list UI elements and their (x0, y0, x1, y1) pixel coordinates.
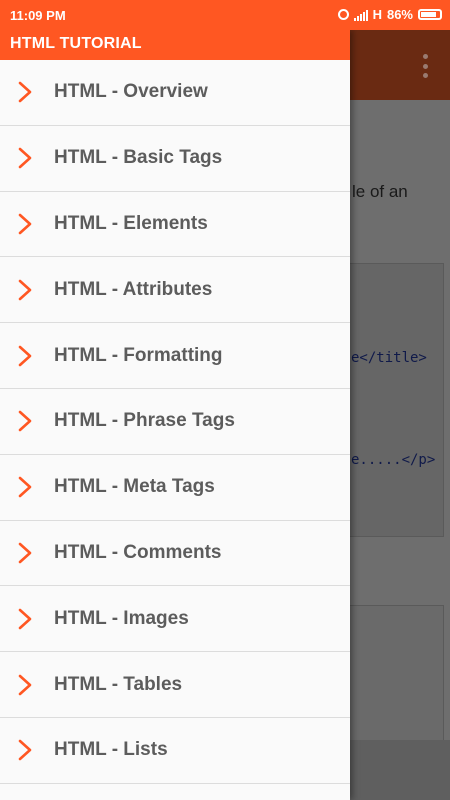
network-type: H (372, 7, 382, 22)
screen: le of an e</title> e.....</p> 11:09 PM H… (0, 0, 450, 800)
chevron-right-icon (18, 738, 48, 762)
drawer-item-label: HTML - Elements (54, 212, 208, 234)
drawer-item-label: HTML - Tables (54, 673, 183, 695)
drawer-item-phrase-tags[interactable]: HTML - Phrase Tags (0, 389, 350, 455)
drawer-item-comments[interactable]: HTML - Comments (0, 521, 350, 587)
drawer-item-formatting[interactable]: HTML - Formatting (0, 323, 350, 389)
overflow-menu-icon[interactable] (422, 54, 428, 78)
drawer-item-label: HTML - Meta Tags (54, 476, 215, 498)
status-icons: H 86% (337, 7, 442, 22)
battery-percent: 86% (386, 7, 413, 22)
chevron-right-icon (18, 344, 48, 368)
navigation-drawer: HTML TUTORIAL HTML - Overview HTML - Bas… (0, 30, 350, 800)
drawer-item-attributes[interactable]: HTML - Attributes (0, 257, 350, 324)
drawer-item-label: HTML - Comments (54, 541, 222, 563)
drawer-item-meta-tags[interactable]: HTML - Meta Tags (0, 455, 350, 521)
drawer-item-label: HTML - Lists (54, 739, 168, 761)
chevron-right-icon (18, 278, 48, 302)
battery-icon (418, 9, 442, 20)
status-time: 11:09 PM (10, 8, 66, 23)
drawer-item-label: HTML - Overview (54, 81, 208, 103)
chevron-right-icon (18, 409, 48, 433)
drawer-item-label: HTML - Formatting (54, 344, 223, 366)
drawer-item-label: HTML - Phrase Tags (54, 410, 235, 432)
chevron-right-icon (18, 475, 48, 499)
background-text: le of an (352, 182, 408, 201)
chevron-right-icon (18, 673, 48, 697)
alarm-icon (337, 9, 349, 20)
background-code-line: e.....</p> (351, 452, 436, 468)
drawer-menu-list: HTML - Overview HTML - Basic Tags HTML -… (0, 60, 350, 784)
chevron-right-icon (18, 607, 48, 631)
status-bar: 11:09 PM H 86% (0, 0, 450, 30)
drawer-item-label: HTML - Attributes (54, 278, 213, 300)
drawer-item-label: HTML - Basic Tags (54, 147, 223, 169)
chevron-right-icon (18, 541, 48, 565)
background-code-line: e</title> (351, 350, 427, 366)
chevron-right-icon (18, 80, 48, 104)
drawer-item-overview[interactable]: HTML - Overview (0, 60, 350, 126)
drawer-title: HTML TUTORIAL (0, 30, 350, 60)
drawer-item-tables[interactable]: HTML - Tables (0, 652, 350, 718)
chevron-right-icon (18, 146, 48, 170)
drawer-item-lists[interactable]: HTML - Lists (0, 718, 350, 784)
drawer-item-label: HTML - Images (54, 607, 189, 629)
drawer-item-basic-tags[interactable]: HTML - Basic Tags (0, 126, 350, 192)
drawer-item-images[interactable]: HTML - Images (0, 586, 350, 653)
drawer-item-elements[interactable]: HTML - Elements (0, 192, 350, 258)
chevron-right-icon (18, 212, 48, 236)
signal-icon (353, 9, 368, 21)
